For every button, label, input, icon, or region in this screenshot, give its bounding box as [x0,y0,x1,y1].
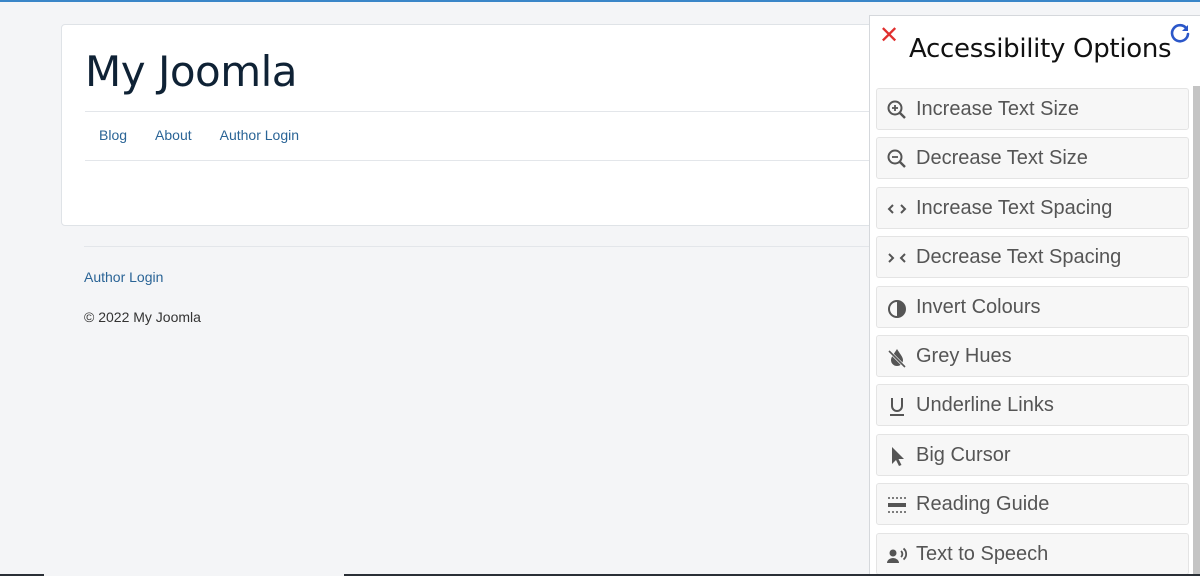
option-label: Reading Guide [916,493,1050,516]
option-invert-colours[interactable]: Invert Colours [876,285,1189,328]
top-accent-line [0,0,1200,2]
close-icon[interactable]: ✕ [878,23,900,47]
option-big-cursor[interactable]: Big Cursor [876,433,1189,476]
option-increase-text-spacing[interactable]: Increase Text Spacing [876,186,1189,229]
expand-spacing-icon [885,197,909,221]
panel-title: Accessibility Options [909,34,1172,64]
option-label: Underline Links [916,394,1054,417]
option-decrease-text-size[interactable]: Decrease Text Size [876,137,1189,180]
option-label: Invert Colours [916,295,1041,318]
option-label: Increase Text Size [916,98,1080,120]
option-reading-guide[interactable]: Reading Guide [876,483,1189,526]
option-decrease-text-spacing[interactable]: Decrease Text Spacing [876,236,1189,279]
nav-author-login[interactable]: Author Login [206,127,313,143]
divider [85,160,945,161]
no-color-drop-icon [885,345,909,369]
copyright: © 2022 My Joomla [84,309,201,325]
accessibility-panel: ✕ Accessibility Options Increase Text Si… [869,15,1200,576]
nav-blog[interactable]: Blog [85,127,141,143]
scrollbar[interactable] [1193,86,1200,576]
refresh-icon[interactable] [1168,22,1192,46]
footer-divider [84,246,884,247]
site-title[interactable]: My Joomla [85,47,298,96]
zoom-out-icon [885,147,909,171]
zoom-in-icon [885,98,909,122]
speaker-person-icon [885,543,909,567]
option-label: Grey Hues [916,344,1012,367]
option-label: Text to Speech [916,542,1049,565]
option-text-to-speech[interactable]: Text to Speech [876,532,1189,575]
option-label: Decrease Text Spacing [916,246,1122,269]
option-label: Increase Text Spacing [916,196,1113,219]
main-nav: Blog About Author Login [85,127,313,143]
site-container: My Joomla Blog About Author Login [61,24,963,226]
option-grey-hues[interactable]: Grey Hues [876,334,1189,377]
nav-about[interactable]: About [141,127,206,143]
option-label: Decrease Text Size [916,147,1088,170]
reading-guide-icon [885,493,909,517]
divider [85,111,945,112]
option-underline-links[interactable]: Underline Links [876,384,1189,427]
footer-author-login-link[interactable]: Author Login [84,269,163,285]
option-increase-text-size[interactable]: Increase Text Size [876,88,1189,130]
option-label: Big Cursor [916,443,1011,466]
options-list: Increase Text Size Decrease Text Size In… [876,88,1189,576]
underline-icon [885,394,909,418]
contrast-icon [885,296,909,320]
cursor-icon [885,444,909,468]
contract-spacing-icon [885,246,909,270]
